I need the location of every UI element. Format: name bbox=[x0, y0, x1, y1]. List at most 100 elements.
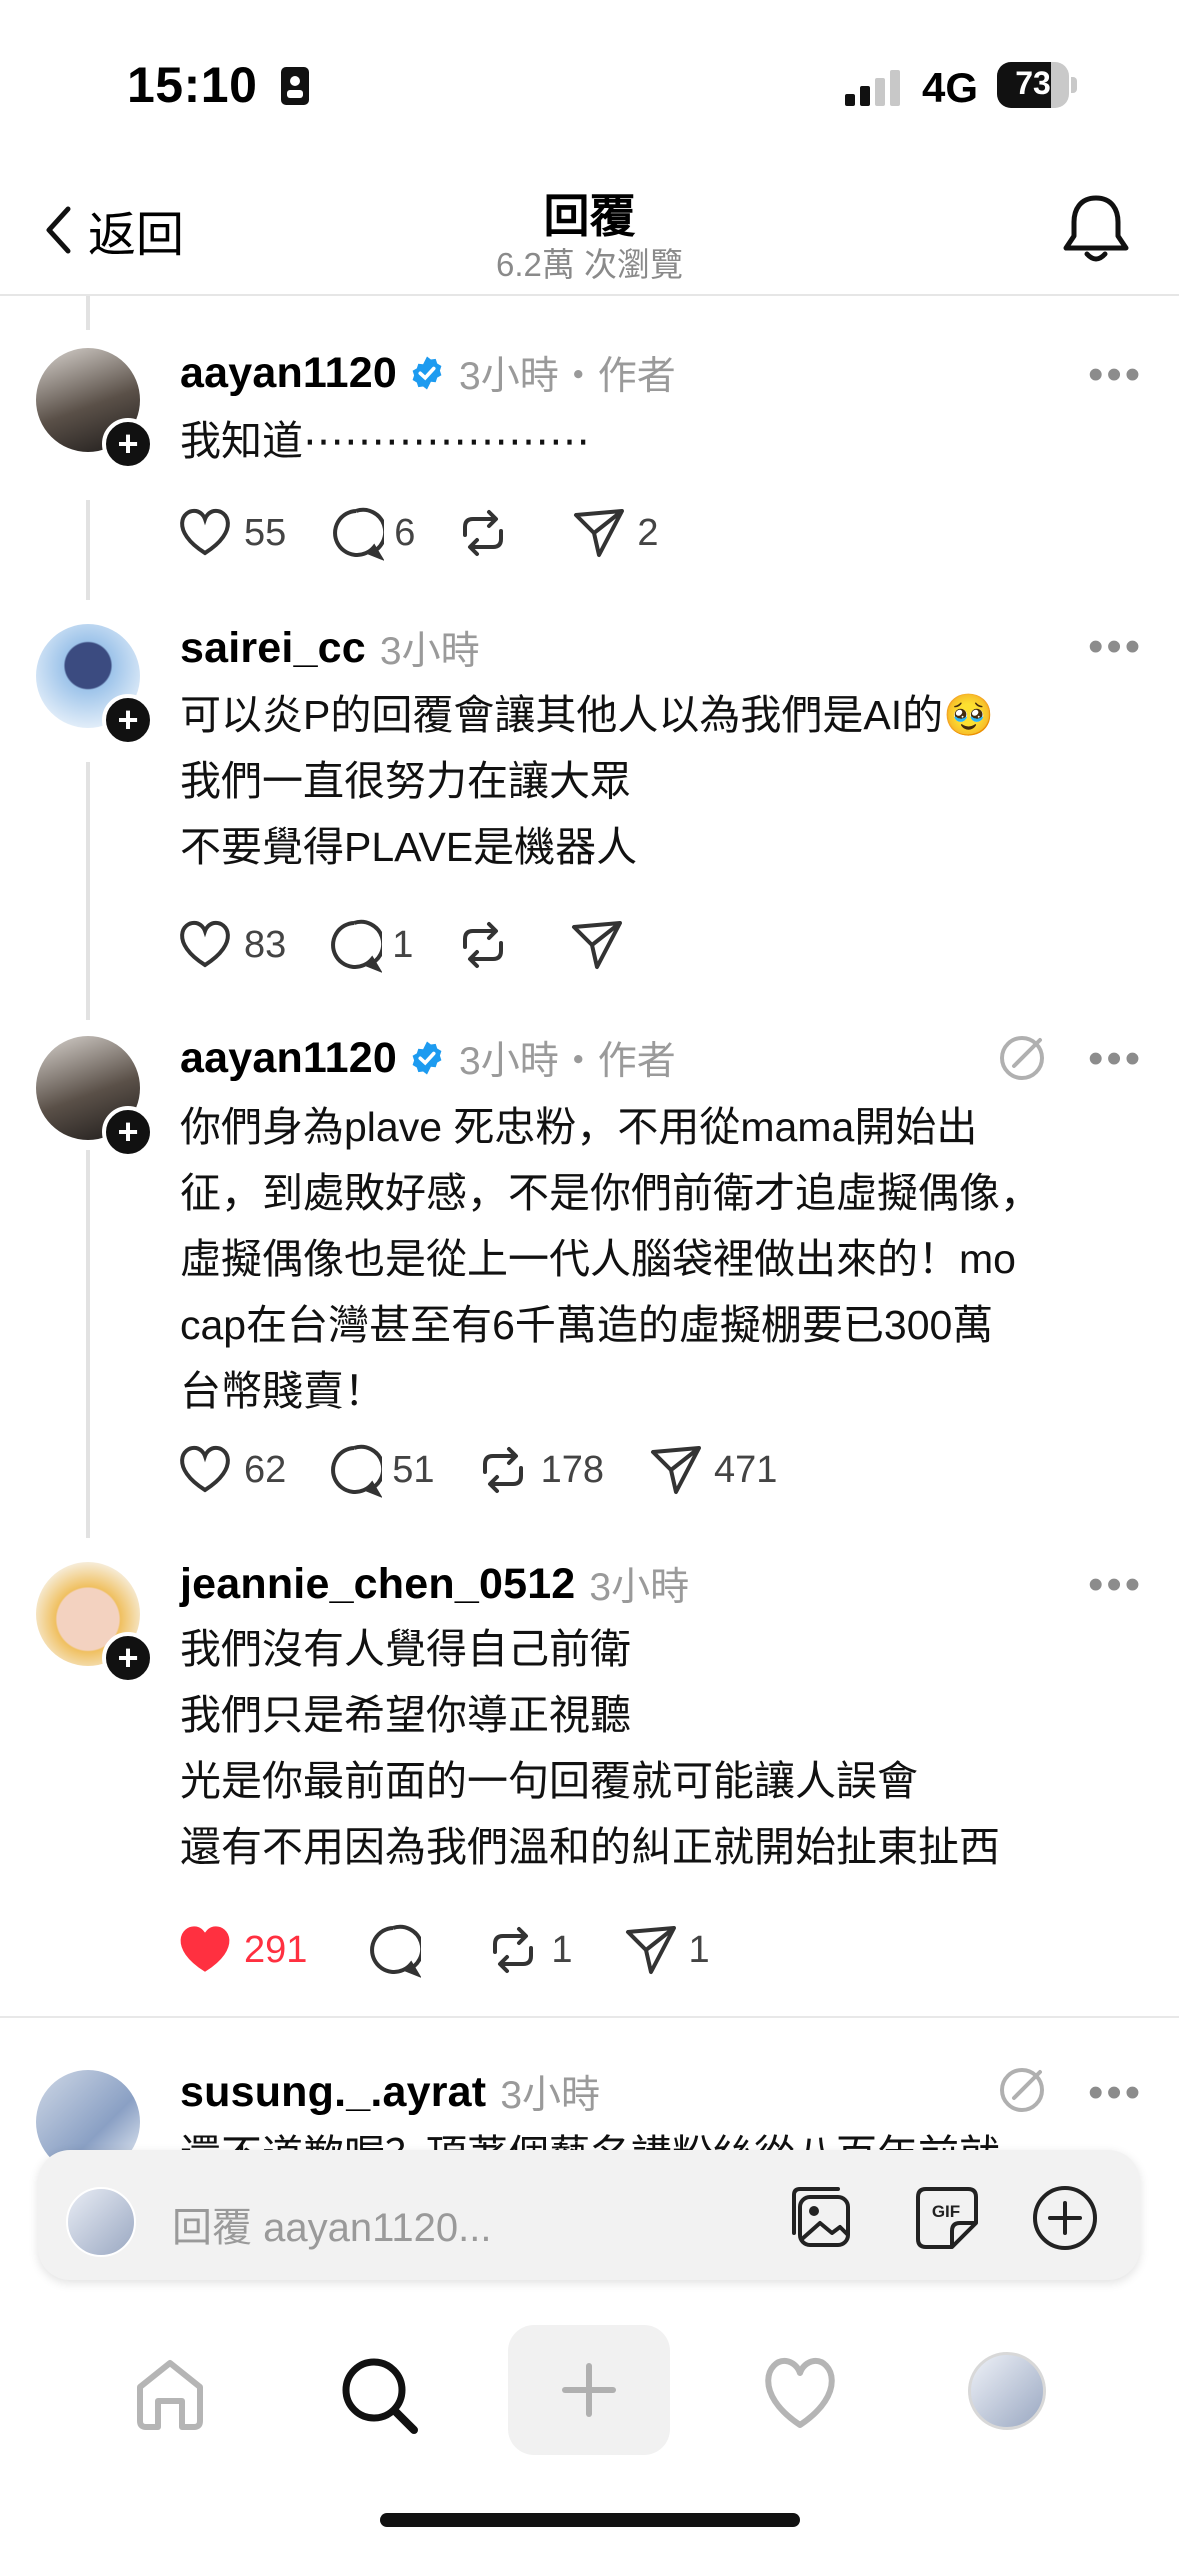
repost-button[interactable]: 1 bbox=[485, 1922, 573, 1978]
lock-screen-icon bbox=[281, 67, 309, 105]
comment-button[interactable]: 51 bbox=[326, 1442, 435, 1498]
post-actions: 55 6 2 bbox=[176, 505, 659, 561]
post-actions: 62 51 178 471 bbox=[176, 1442, 777, 1498]
add-circle-icon[interactable] bbox=[1030, 2183, 1100, 2253]
bell-icon[interactable] bbox=[1060, 190, 1132, 266]
post-time: 3小時 bbox=[379, 630, 480, 673]
post-text: 你們身為plave 死忠粉，不用從mama開始出 征，到處敗好感，不是你們前衛才… bbox=[180, 1094, 1041, 1424]
heart-icon bbox=[180, 1445, 230, 1493]
follow-plus-icon[interactable]: + bbox=[102, 1106, 154, 1158]
comment-button[interactable] bbox=[365, 1922, 422, 1978]
thread-line bbox=[86, 296, 90, 330]
share-button[interactable] bbox=[569, 917, 625, 973]
comment-icon bbox=[331, 1444, 383, 1498]
comment-icon bbox=[331, 919, 383, 973]
home-icon[interactable] bbox=[130, 2355, 210, 2431]
username[interactable]: aayan1120 bbox=[180, 1034, 397, 1083]
repost-count: 1 bbox=[551, 1928, 573, 1971]
repost-icon bbox=[463, 922, 504, 968]
comment-button[interactable]: 1 bbox=[326, 917, 413, 973]
battery-indicator: 73 bbox=[997, 62, 1077, 108]
post-text: 可以炎P的回覆會讓其他人以為我們是AI的🥹 我們一直很努力在讓大眾 不要覺得PL… bbox=[180, 682, 994, 880]
comment-icon bbox=[370, 1924, 422, 1978]
more-options-icon[interactable]: ••• bbox=[1088, 622, 1143, 672]
thread-line bbox=[86, 1150, 90, 1538]
like-count: 55 bbox=[244, 511, 287, 554]
own-avatar bbox=[66, 2187, 136, 2257]
reply-input[interactable]: 回覆 aayan1120... bbox=[172, 2195, 491, 2253]
share-button[interactable]: 2 bbox=[571, 505, 659, 561]
post-line: 還不道歉喔？頂著個藝名講粉絲從八百年前就… bbox=[180, 2122, 1041, 2152]
thread-line bbox=[86, 500, 90, 600]
header-divider bbox=[0, 294, 1179, 296]
post-line: 還有不用因為我們溫和的糾正就開始扯東扯西 bbox=[180, 1824, 1000, 1870]
post-divider bbox=[0, 2016, 1179, 2018]
post-time: 3小時 bbox=[500, 2074, 601, 2117]
like-count: 291 bbox=[244, 1928, 308, 1971]
repost-button[interactable] bbox=[455, 505, 511, 561]
edited-icon bbox=[1000, 1036, 1044, 1080]
share-count: 1 bbox=[688, 1928, 710, 1971]
comment-count: 1 bbox=[392, 923, 414, 966]
post-actions: 83 1 bbox=[176, 917, 625, 973]
more-options-icon[interactable]: ••• bbox=[1088, 1560, 1143, 1610]
edited-icon bbox=[1000, 2068, 1044, 2112]
comment-count: 51 bbox=[392, 1448, 435, 1491]
heart-filled-icon bbox=[180, 1926, 230, 1972]
more-options-icon[interactable]: ••• bbox=[1088, 1034, 1143, 1084]
repost-button[interactable] bbox=[455, 917, 511, 973]
like-button[interactable]: 62 bbox=[176, 1444, 286, 1496]
repost-button[interactable]: 178 bbox=[475, 1442, 604, 1498]
comment-count: 6 bbox=[394, 511, 416, 554]
post-time: 3小時 bbox=[459, 355, 559, 398]
heart-icon bbox=[180, 508, 230, 556]
share-count: 2 bbox=[637, 511, 659, 554]
username[interactable]: susung._.ayrat bbox=[180, 2068, 486, 2117]
follow-plus-icon[interactable]: + bbox=[102, 418, 154, 470]
repost-icon bbox=[493, 1927, 534, 1973]
post-line: 你們身為plave 死忠粉，不用從mama開始出 bbox=[180, 1104, 978, 1150]
heart-icon[interactable] bbox=[760, 2355, 840, 2431]
repost-icon bbox=[482, 1447, 523, 1493]
post-header: susung._.ayrat 3小時 bbox=[180, 2064, 600, 2120]
share-button[interactable]: 1 bbox=[623, 1922, 710, 1978]
more-options-icon[interactable]: ••• bbox=[1088, 2068, 1143, 2118]
image-icon[interactable] bbox=[790, 2183, 860, 2253]
heart-icon bbox=[180, 920, 230, 968]
post-header: sairei_cc 3小時 bbox=[180, 620, 480, 676]
share-button[interactable]: 471 bbox=[648, 1442, 777, 1498]
post-line: 我們只是希望你導正視聽 bbox=[180, 1692, 631, 1738]
post-header: aayan1120 3小時 ・作者 bbox=[180, 345, 676, 401]
comment-button[interactable]: 6 bbox=[328, 505, 415, 561]
username[interactable]: aayan1120 bbox=[180, 349, 397, 398]
post-line: 可以炎P的回覆會讓其他人以為我們是AI的🥹 bbox=[180, 692, 995, 738]
search-icon[interactable] bbox=[336, 2352, 422, 2438]
follow-plus-icon[interactable]: + bbox=[102, 1632, 154, 1684]
gif-icon[interactable]: GIF bbox=[912, 2183, 982, 2253]
post-time: 3小時 bbox=[459, 1040, 559, 1083]
thread-line bbox=[86, 762, 90, 1020]
like-button[interactable]: 55 bbox=[176, 507, 286, 559]
post-time: 3小時 bbox=[589, 1566, 690, 1609]
share-count: 471 bbox=[713, 1448, 778, 1491]
post-text: 我知道⋯⋯⋯⋯⋯⋯⋯ bbox=[180, 408, 590, 474]
profile-avatar[interactable] bbox=[968, 2352, 1046, 2430]
author-tag: ・作者 bbox=[558, 1040, 676, 1083]
post-line: 不要覺得PLAVE是機器人 bbox=[180, 824, 638, 870]
verified-badge-icon bbox=[412, 1041, 442, 1075]
like-button[interactable]: 83 bbox=[176, 919, 286, 971]
svg-text:GIF: GIF bbox=[932, 2202, 960, 2221]
page-title: 回覆 bbox=[543, 190, 636, 242]
view-count: 6.2萬 次瀏覽 bbox=[495, 246, 684, 283]
status-time: 15:10 bbox=[127, 57, 258, 113]
more-options-icon[interactable]: ••• bbox=[1088, 350, 1143, 400]
share-icon bbox=[625, 1926, 676, 1974]
username[interactable]: sairei_cc bbox=[180, 624, 366, 673]
follow-plus-icon[interactable]: + bbox=[102, 694, 154, 746]
battery-level: 73 bbox=[1015, 65, 1051, 101]
post-header: jeannie_chen_0512 3小時 bbox=[180, 1556, 689, 1612]
like-button[interactable]: 291 bbox=[176, 1924, 307, 1976]
post-line: 我知道⋯⋯⋯⋯⋯⋯⋯ bbox=[180, 418, 590, 464]
network-type: 4G bbox=[922, 64, 979, 111]
username[interactable]: jeannie_chen_0512 bbox=[180, 1560, 575, 1609]
